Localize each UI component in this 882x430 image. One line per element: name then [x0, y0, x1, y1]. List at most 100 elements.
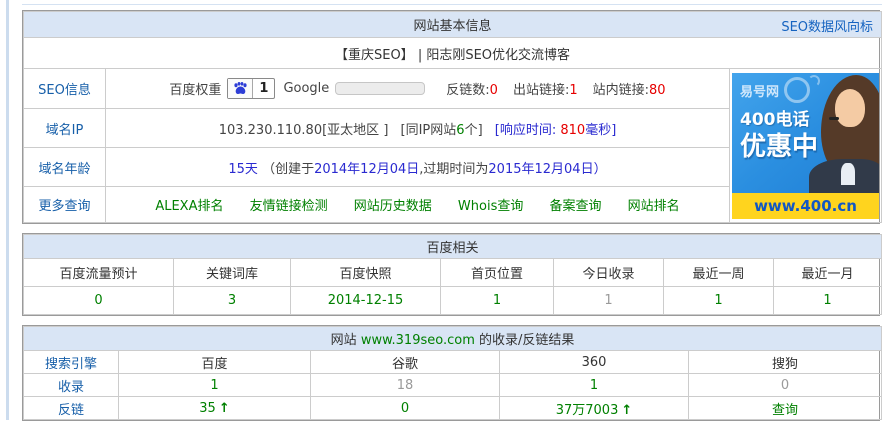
- col-today-indexed: 今日收录: [554, 259, 664, 287]
- ip-address: 103.230.110.80: [219, 123, 322, 138]
- baidu-snapshot-date[interactable]: 2014-12-15: [291, 287, 441, 315]
- col-last-month: 最近一月: [774, 259, 882, 287]
- link-site-history[interactable]: 网站历史数据: [354, 199, 432, 214]
- internal-links-label: 站内链接:: [593, 83, 649, 98]
- index-title-suffix: 的收录/反链结果: [475, 333, 575, 348]
- engine-header-row: 搜索引擎 百度 谷歌 360 搜狗: [24, 351, 882, 374]
- ad-model-face: [835, 89, 865, 127]
- seo-trend-link[interactable]: SEO数据风向标: [781, 16, 873, 35]
- included-sogou: 0: [689, 374, 882, 397]
- response-time-label: [响应时间:: [495, 123, 561, 138]
- ip-region: [亚太地区 ]: [322, 123, 388, 138]
- page-top-divider: [22, 4, 882, 5]
- response-time-value: 810: [560, 123, 585, 138]
- backlinks-baidu-value: 35: [199, 401, 216, 416]
- outbound-links-stat: 出站链接:1: [513, 79, 578, 98]
- col-last-week: 最近一周: [664, 259, 774, 287]
- baidu-traffic-value: 0: [24, 287, 174, 315]
- google-pr-bar: [335, 82, 425, 95]
- backlink-count-label: 反链数:: [446, 83, 489, 98]
- col-baidu-snapshot: 百度快照: [291, 259, 441, 287]
- ad-model-collar: [841, 163, 855, 185]
- baidu-weight-widget[interactable]: 1: [227, 78, 275, 99]
- last-month-value: 1: [774, 287, 882, 315]
- homepage-position-value: 1: [441, 287, 554, 315]
- keyword-library-value: 3: [174, 287, 291, 315]
- domain-expire-prefix: ,过期时间为: [419, 162, 488, 177]
- col-homepage-position: 首页位置: [441, 259, 554, 287]
- up-arrow-icon: ↑: [621, 403, 632, 418]
- col-baidu-traffic: 百度流量预计: [24, 259, 174, 287]
- today-indexed-value: 1: [554, 287, 664, 315]
- index-backlink-table: 网站 www.319seo.com 的收录/反链结果 搜索引擎 百度 谷歌 36…: [23, 326, 882, 420]
- engine-360: 360: [500, 351, 689, 374]
- ad-url: www.400.cn: [754, 197, 857, 215]
- panel-title: 网站基本信息: [414, 19, 492, 34]
- backlink-count-value: 0: [490, 83, 498, 98]
- response-time-unit: 毫秒]: [585, 123, 616, 138]
- baidu-paw-icon: [228, 79, 253, 98]
- backlinks-baidu[interactable]: 35↑: [119, 397, 311, 420]
- baidu-weight-value: 1: [253, 79, 274, 98]
- domain-ip-cell: 103.230.110.80[亚太地区 ] [同IP网站6个] [响应时间: 8…: [106, 109, 730, 148]
- domain-created-prefix: （创建于: [262, 162, 314, 177]
- index-backlink-panel: 网站 www.319seo.com 的收录/反链结果 搜索引擎 百度 谷歌 36…: [22, 325, 880, 421]
- same-ip-suffix: 个]: [465, 123, 483, 138]
- baidu-related-panel: 百度相关 百度流量预计 关键词库 百度快照 首页位置 今日收录 最近一周 最近一…: [22, 233, 880, 316]
- ad-url-strip: www.400.cn: [732, 193, 879, 219]
- basic-info-table: 网站基本信息 SEO数据风向标 【重庆SEO】 | 阳志刚SEO优化交流博客 S…: [23, 11, 882, 223]
- engine-baidu: 百度: [119, 351, 311, 374]
- ad-brand-name: 易号网: [740, 81, 779, 100]
- baidu-related-table: 百度相关 百度流量预计 关键词库 百度快照 首页位置 今日收录 最近一周 最近一…: [23, 234, 882, 315]
- link-friend-link-check[interactable]: 友情链接检测: [250, 199, 328, 214]
- page-left-border: [6, 0, 9, 420]
- backlinks-360-value: 37万7003: [556, 403, 619, 418]
- backlink-row: 反链 35↑ 0 37万7003↑ 查询: [24, 397, 882, 420]
- index-backlink-header: 网站 www.319seo.com 的收录/反链结果: [24, 327, 882, 351]
- last-week-value: 1: [664, 287, 774, 315]
- index-title-domain: www.319seo.com: [361, 333, 475, 348]
- domain-created-date: 2014年12月04日: [314, 162, 419, 177]
- included-baidu: 1: [119, 374, 311, 397]
- link-alexa-rank[interactable]: ALEXA排名: [155, 199, 223, 214]
- site-title: 【重庆SEO】 | 阳志刚SEO优化交流博客: [24, 38, 882, 69]
- baidu-weight-label: 百度权重: [169, 79, 221, 98]
- ad-line2: 优惠中: [740, 126, 818, 163]
- seo-info-cell: 百度权重 1 Google: [106, 69, 730, 109]
- included-row: 收录 1 18 1 0: [24, 374, 882, 397]
- row-label-included: 收录: [24, 374, 119, 397]
- engine-google: 谷歌: [311, 351, 500, 374]
- included-360: 1: [500, 374, 689, 397]
- baidu-values-row: 0 3 2014-12-15 1 1 1 1: [24, 287, 882, 315]
- backlinks-360[interactable]: 37万7003↑: [500, 397, 689, 420]
- main-content: 网站基本信息 SEO数据风向标 【重庆SEO】 | 阳志刚SEO优化交流博客 S…: [22, 10, 880, 430]
- ad-banner-400cn[interactable]: 易号网 400电话 优惠中 www.400.cn: [732, 73, 879, 219]
- ad-signal-icon: [808, 75, 820, 87]
- row-label-more-queries: 更多查询: [24, 187, 106, 223]
- basic-info-header: 网站基本信息 SEO数据风向标: [24, 12, 882, 38]
- link-whois-query[interactable]: Whois查询: [458, 199, 523, 214]
- link-icp-record-query[interactable]: 备案查询: [550, 199, 602, 214]
- same-ip-prefix: [同IP网站: [401, 123, 457, 138]
- row-label-backlinks: 反链: [24, 397, 119, 420]
- domain-age-paren: ）: [594, 162, 607, 177]
- more-queries-cell: ALEXA排名 友情链接检测 网站历史数据 Whois查询 备案查询 网站排名: [106, 187, 730, 223]
- domain-age-cell: 15天 （创建于2014年12月04日,过期时间为2015年12月04日）: [106, 148, 730, 187]
- engine-sogou: 搜狗: [689, 351, 882, 374]
- backlinks-google: 0: [311, 397, 500, 420]
- row-label-domain-ip: 域名IP: [24, 109, 106, 148]
- backlink-count-stat: 反链数:0: [446, 79, 498, 98]
- ad-headset-mic: [829, 117, 839, 120]
- ad-banner-cell: 易号网 400电话 优惠中 www.400.cn: [730, 69, 882, 223]
- backlinks-sogou-query-link[interactable]: 查询: [772, 403, 798, 418]
- google-pr-label: Google: [283, 81, 329, 96]
- col-keyword-library: 关键词库: [174, 259, 291, 287]
- outbound-links-value: 1: [569, 83, 577, 98]
- outbound-links-label: 出站链接:: [513, 83, 569, 98]
- link-site-rank[interactable]: 网站排名: [628, 199, 680, 214]
- row-label-seo-info: SEO信息: [24, 69, 106, 109]
- same-ip-sites[interactable]: [同IP网站6个]: [401, 123, 483, 138]
- basic-info-panel: 网站基本信息 SEO数据风向标 【重庆SEO】 | 阳志刚SEO优化交流博客 S…: [22, 10, 880, 224]
- row-label-search-engine: 搜索引擎: [24, 351, 119, 374]
- baidu-related-header: 百度相关: [24, 235, 882, 259]
